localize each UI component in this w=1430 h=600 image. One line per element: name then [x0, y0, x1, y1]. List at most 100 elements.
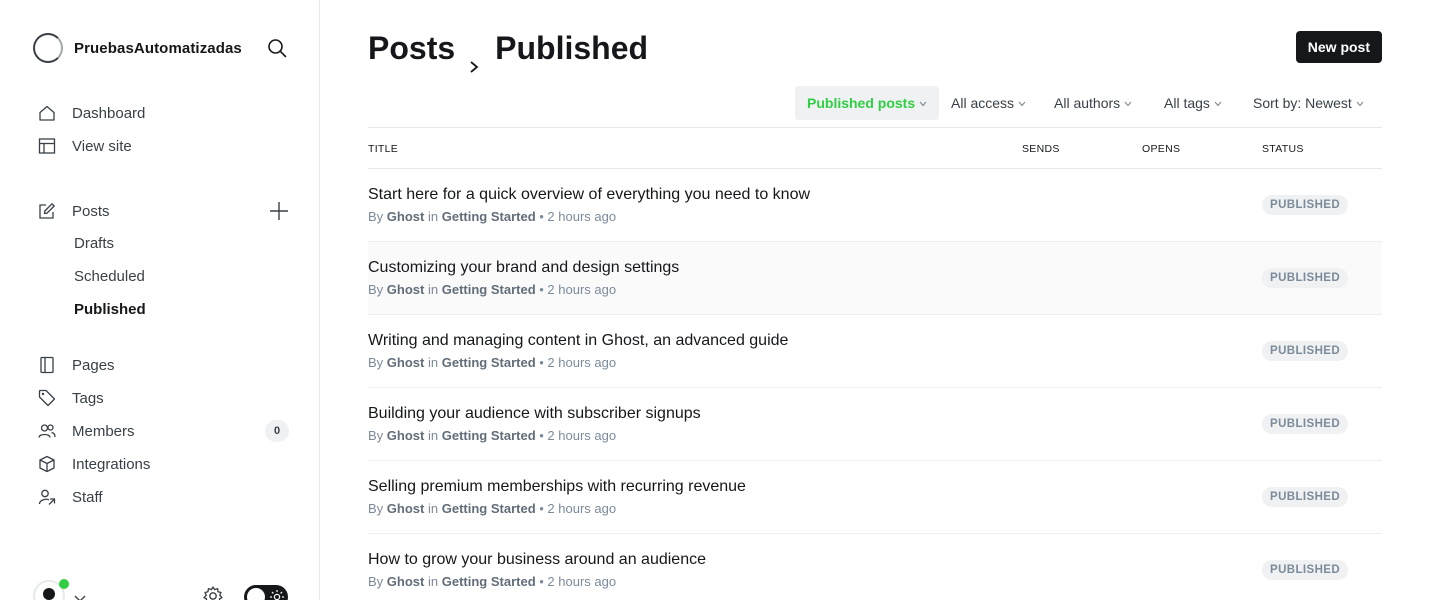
sidebar-item-label: Tags	[72, 389, 104, 407]
post-author: Ghost	[386, 282, 425, 297]
chevron-down-icon	[1124, 101, 1132, 107]
post-time: • 2 hours ago	[539, 209, 617, 224]
filter-bar: Published posts All access All authors A…	[368, 86, 1382, 120]
sidebar-item-integrations[interactable]: Integrations	[38, 452, 150, 476]
chevron-down-icon	[1356, 101, 1364, 107]
meta-by: By	[368, 428, 384, 443]
meta-in: in	[427, 355, 439, 370]
meta-in: in	[427, 209, 439, 224]
post-author: Ghost	[386, 355, 425, 370]
sidebar-item-label: Posts	[72, 202, 110, 220]
sidebar-item-view-site[interactable]: View site	[38, 134, 132, 158]
meta-in: in	[427, 428, 439, 443]
sidebar-item-published[interactable]: Published	[74, 301, 146, 318]
filter-label: Sort by: Newest	[1253, 95, 1352, 111]
post-type-filter[interactable]: Published posts	[795, 86, 940, 120]
post-meta: By Ghost in Getting Started • 2 hours ag…	[368, 574, 616, 589]
meta-by: By	[368, 209, 384, 224]
user-avatar[interactable]	[33, 579, 69, 600]
post-tag: Getting Started	[441, 355, 536, 370]
tags-filter[interactable]: All tags	[1164, 86, 1222, 120]
post-tag: Getting Started	[441, 501, 536, 516]
post-time: • 2 hours ago	[539, 574, 617, 589]
post-title[interactable]: Selling premium memberships with recurri…	[368, 478, 746, 496]
add-post-icon[interactable]	[268, 200, 290, 222]
posts-list: Start here for a quick overview of every…	[368, 169, 1382, 600]
post-title[interactable]: Customizing your brand and design settin…	[368, 259, 679, 277]
post-time: • 2 hours ago	[539, 428, 617, 443]
post-title[interactable]: Writing and managing content in Ghost, a…	[368, 332, 788, 350]
chevron-down-icon	[919, 101, 927, 107]
chevron-down-icon[interactable]	[73, 590, 87, 600]
table-header: TITLE SENDS OPENS STATUS	[368, 127, 1382, 169]
sidebar-item-dashboard[interactable]: Dashboard	[38, 101, 145, 125]
meta-in: in	[427, 501, 439, 516]
table-row[interactable]: Building your audience with subscriber s…	[368, 388, 1382, 461]
meta-by: By	[368, 355, 384, 370]
chevron-right-icon	[467, 45, 481, 73]
search-icon[interactable]	[266, 37, 288, 59]
post-meta: By Ghost in Getting Started • 2 hours ag…	[368, 428, 616, 443]
tag-icon	[38, 389, 56, 407]
sidebar-item-scheduled[interactable]: Scheduled	[74, 268, 145, 285]
authors-filter[interactable]: All authors	[1054, 86, 1132, 120]
box-icon	[38, 455, 56, 473]
sidebar-item-pages[interactable]: Pages	[38, 353, 115, 377]
new-post-button[interactable]: New post	[1295, 31, 1382, 63]
site-logo-icon	[33, 33, 63, 63]
gear-icon[interactable]	[202, 585, 224, 600]
post-title[interactable]: Building your audience with subscriber s…	[368, 405, 701, 423]
sidebar-item-members[interactable]: Members	[38, 419, 135, 443]
sidebar-item-staff[interactable]: Staff	[38, 485, 103, 509]
sort-filter[interactable]: Sort by: Newest	[1253, 86, 1364, 120]
post-author: Ghost	[386, 428, 425, 443]
post-meta: By Ghost in Getting Started • 2 hours ag…	[368, 355, 616, 370]
table-row[interactable]: How to grow your business around an audi…	[368, 534, 1382, 600]
column-opens: OPENS	[1142, 143, 1181, 155]
brand[interactable]: PruebasAutomatizadas	[33, 33, 242, 63]
post-tag: Getting Started	[441, 574, 536, 589]
access-filter[interactable]: All access	[951, 86, 1026, 120]
post-title[interactable]: How to grow your business around an audi…	[368, 551, 706, 569]
table-row[interactable]: Writing and managing content in Ghost, a…	[368, 315, 1382, 388]
post-title[interactable]: Start here for a quick overview of every…	[368, 186, 810, 204]
post-meta: By Ghost in Getting Started • 2 hours ag…	[368, 209, 616, 224]
sidebar-item-tags[interactable]: Tags	[38, 386, 104, 410]
post-time: • 2 hours ago	[539, 501, 617, 516]
dark-mode-toggle[interactable]	[244, 585, 288, 600]
post-time: • 2 hours ago	[539, 282, 617, 297]
app-root: PruebasAutomatizadas Dashboard View site…	[0, 0, 1430, 600]
layout-icon	[38, 137, 56, 155]
meta-by: By	[368, 501, 384, 516]
column-sends: SENDS	[1022, 143, 1060, 155]
table-row[interactable]: Selling premium memberships with recurri…	[368, 461, 1382, 534]
filter-label: All tags	[1164, 95, 1210, 111]
meta-by: By	[368, 574, 384, 589]
post-tag: Getting Started	[441, 282, 536, 297]
staff-icon	[38, 488, 56, 506]
toggle-knob	[247, 588, 265, 600]
breadcrumb-posts-link[interactable]: Posts	[368, 30, 455, 67]
sidebar-item-label: Integrations	[72, 455, 151, 473]
column-status: STATUS	[1262, 143, 1304, 155]
members-count-badge: 0	[265, 420, 289, 442]
post-time: • 2 hours ago	[539, 355, 617, 370]
sidebar-item-label: Staff	[72, 488, 103, 506]
table-row[interactable]: Customizing your brand and design settin…	[368, 242, 1382, 315]
home-icon	[38, 104, 56, 122]
main-content: Posts Published New post Published posts…	[368, 0, 1382, 600]
chevron-down-icon	[1214, 101, 1222, 107]
sun-icon	[269, 589, 285, 600]
site-name: PruebasAutomatizadas	[74, 39, 242, 57]
post-author: Ghost	[386, 574, 425, 589]
post-author: Ghost	[386, 501, 425, 516]
status-badge: PUBLISHED	[1262, 195, 1349, 215]
sidebar-item-posts[interactable]: Posts	[38, 199, 110, 223]
page-title: Published	[495, 30, 649, 66]
sidebar-item-drafts[interactable]: Drafts	[74, 235, 114, 252]
table-row[interactable]: Start here for a quick overview of every…	[368, 169, 1382, 242]
pencil-icon	[38, 202, 56, 220]
members-icon	[38, 422, 56, 440]
online-status-icon	[59, 579, 69, 589]
chevron-down-icon	[1018, 101, 1026, 107]
